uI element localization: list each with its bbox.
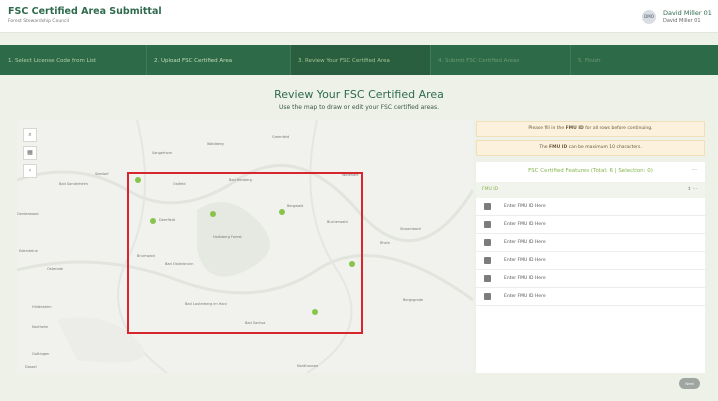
step-divider [430, 45, 431, 75]
notice-bold: FMU ID [549, 145, 568, 150]
next-button[interactable]: Next [679, 378, 700, 389]
map-search-button[interactable]: ⌕ [23, 128, 37, 142]
map-label: Hildesheim [32, 305, 52, 309]
map-label: Seedorf [95, 172, 109, 176]
map-label: Sangerhorn [152, 151, 173, 155]
feature-point[interactable] [135, 177, 141, 183]
notice-max-chars: The FMU ID can be maximum 10 characters. [476, 140, 705, 156]
avatar[interactable]: DMO [642, 10, 656, 24]
map-label: Edersteine [19, 249, 38, 253]
map-label: Bad Sonderheim [59, 182, 88, 186]
sort-icon[interactable]: ↕ ··· [688, 182, 698, 198]
step-submit-areas: 4. Submit FSC Certified Areas [438, 58, 520, 64]
step-upload-area[interactable]: 2. Upload FSC Certified Area [146, 45, 290, 75]
table-row[interactable]: Enter FMU ID Here [476, 288, 705, 306]
table-row[interactable]: Enter FMU ID Here [476, 270, 705, 288]
notice-text: can be maximum 10 characters. [567, 145, 642, 150]
search-icon: ⌕ [28, 131, 32, 138]
table-row[interactable]: Enter FMU ID Here [476, 234, 705, 252]
map-view[interactable]: ⌕ ▦ ‹ Greenfeld Waldberg Sangerhorn Seed… [17, 120, 473, 373]
fmu-input[interactable]: Enter FMU ID Here [504, 216, 546, 234]
map-collapse-button[interactable]: ‹ [23, 164, 37, 178]
map-label: Bergsgrode [403, 298, 424, 302]
notice-text: Please fill in the [528, 126, 566, 131]
feature-point[interactable] [279, 209, 285, 215]
row-checkbox[interactable] [484, 257, 491, 264]
fmu-column-label: FMU ID [482, 187, 498, 192]
step-divider [290, 45, 291, 75]
map-label: Osterode [47, 267, 63, 271]
table-row[interactable]: Enter FMU ID Here [476, 198, 705, 216]
layers-icon: ▦ [27, 149, 33, 156]
map-label: Gottingen [32, 352, 50, 356]
notice-text: for all rows before continuing. [583, 126, 653, 131]
fmu-input[interactable]: Enter FMU ID Here [504, 198, 546, 216]
map-layers-button[interactable]: ▦ [23, 146, 37, 160]
map-label: Nordhausen [297, 364, 319, 368]
map-label: Rhein [380, 241, 390, 245]
map-label: Gerderwood [17, 212, 39, 216]
row-checkbox[interactable] [484, 239, 491, 246]
step-select-license[interactable]: 1. Select License Code from List [0, 45, 146, 75]
feature-point[interactable] [312, 309, 318, 315]
notice-text: The [539, 145, 550, 150]
features-table: FSC Certified Features (Total: 6 | Selec… [476, 162, 705, 373]
wizard-steps: 1. Select License Code from List 2. Uplo… [0, 45, 718, 75]
row-checkbox[interactable] [484, 221, 491, 228]
map-label: Greenfeld [272, 135, 290, 139]
step-divider [146, 45, 147, 75]
row-checkbox[interactable] [484, 293, 491, 300]
step-review-area[interactable]: 3. Review Your FSC Certified Area [290, 45, 430, 75]
app-title: FSC Certified Area Submittal [8, 6, 162, 17]
table-row[interactable]: Enter FMU ID Here [476, 216, 705, 234]
page-subtitle: Use the map to draw or edit your FSC cer… [278, 104, 439, 111]
user-name[interactable]: David Miller 01 [663, 9, 712, 17]
row-checkbox[interactable] [484, 203, 491, 210]
map-label: Stroombach [400, 227, 422, 231]
chevron-icon: ‹ [28, 167, 32, 174]
notice-bold: FMU ID [565, 126, 584, 131]
features-panel: Please fill in the FMU ID for all rows b… [476, 120, 705, 373]
fmu-input[interactable]: Enter FMU ID Here [504, 234, 546, 252]
features-header: FSC Certified Features (Total: 6 | Selec… [528, 168, 653, 174]
fmu-column-header[interactable]: FMU ID ↕ ··· [476, 182, 705, 198]
feature-point[interactable] [210, 211, 216, 217]
step-divider [570, 45, 571, 75]
notice-fill-fmu: Please fill in the FMU ID for all rows b… [476, 121, 705, 137]
page-title: Review Your FSC Certified Area [274, 88, 444, 101]
feature-point[interactable] [150, 218, 156, 224]
features-more-button[interactable]: ··· [691, 162, 697, 180]
top-bar: FSC Certified Area Submittal Forest Stew… [0, 0, 718, 33]
feature-point[interactable] [349, 261, 355, 267]
map-label: Northeim [32, 325, 49, 329]
selection-rectangle[interactable] [127, 172, 363, 334]
step-finish: 5. Finish [578, 58, 601, 64]
map-label: Dassel [25, 365, 37, 369]
fmu-input[interactable]: Enter FMU ID Here [504, 270, 546, 288]
row-checkbox[interactable] [484, 275, 491, 282]
table-row[interactable]: Enter FMU ID Here [476, 252, 705, 270]
fmu-input[interactable]: Enter FMU ID Here [504, 288, 546, 306]
map-label: Waldberg [207, 142, 224, 146]
user-subtitle: David Miller 01 [663, 18, 701, 24]
app-subtitle: Forest Stewardship Council [8, 19, 70, 24]
fmu-input[interactable]: Enter FMU ID Here [504, 252, 546, 270]
